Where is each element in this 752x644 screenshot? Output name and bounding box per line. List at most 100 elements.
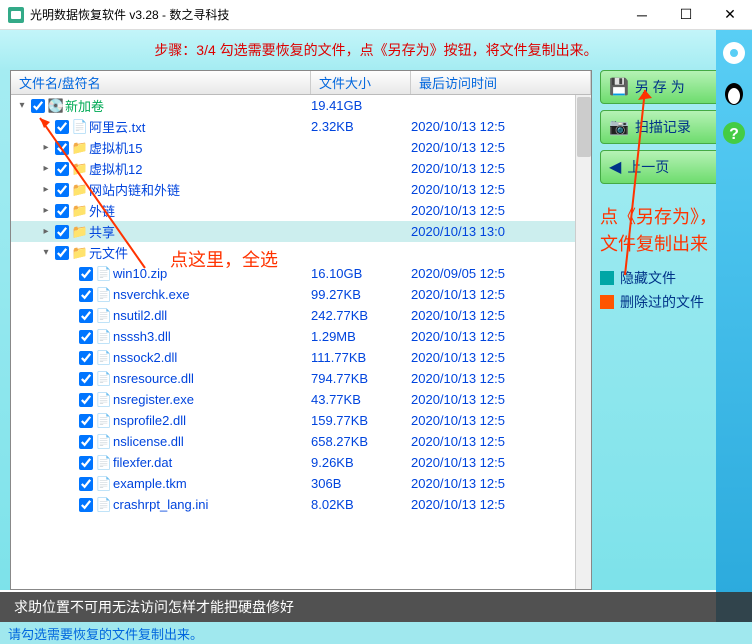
expand-caret[interactable]	[63, 373, 77, 384]
expand-caret[interactable]	[39, 121, 53, 132]
minimize-button[interactable]: ─	[620, 0, 664, 30]
row-checkbox[interactable]	[79, 351, 93, 365]
expand-caret[interactable]	[63, 478, 77, 489]
legend-hidden-swatch	[600, 271, 614, 285]
table-row[interactable]: 📄阿里云.txt2.32KB2020/10/13 12:5	[11, 116, 591, 137]
disk-icon[interactable]	[721, 40, 747, 66]
table-row[interactable]: 📄nsutil2.dll242.77KB2020/10/13 12:5	[11, 305, 591, 326]
col-name[interactable]: 文件名/盘符名	[11, 71, 311, 94]
row-time: 2020/10/13 12:5	[407, 119, 591, 134]
row-time: 2020/10/13 12:5	[407, 476, 591, 491]
row-checkbox[interactable]	[79, 456, 93, 470]
row-checkbox[interactable]	[79, 330, 93, 344]
row-checkbox[interactable]	[55, 141, 69, 155]
folder-icon: 💽	[47, 98, 65, 114]
row-checkbox[interactable]	[55, 225, 69, 239]
expand-caret[interactable]: ▸	[39, 142, 53, 153]
row-checkbox[interactable]	[79, 393, 93, 407]
row-checkbox[interactable]	[55, 204, 69, 218]
expand-caret[interactable]	[63, 268, 77, 279]
row-checkbox[interactable]	[55, 120, 69, 134]
row-checkbox[interactable]	[79, 498, 93, 512]
expand-caret[interactable]: ▸	[39, 184, 53, 195]
row-name: example.tkm	[113, 476, 307, 491]
expand-caret[interactable]	[63, 499, 77, 510]
file-icon: 📄	[95, 413, 113, 429]
folder-icon: 📁	[71, 203, 89, 219]
row-checkbox[interactable]	[31, 99, 45, 113]
row-name: 阿里云.txt	[89, 117, 307, 136]
table-row[interactable]: 📄win10.zip16.10GB2020/09/05 12:5	[11, 263, 591, 284]
table-row[interactable]: ▸📁外链2020/10/13 12:5	[11, 200, 591, 221]
row-checkbox[interactable]	[79, 309, 93, 323]
file-icon: 📄	[95, 287, 113, 303]
row-name: crashrpt_lang.ini	[113, 497, 307, 512]
row-size: 99.27KB	[307, 287, 407, 302]
col-size[interactable]: 文件大小	[311, 71, 411, 94]
table-row[interactable]: 📄nsverchk.exe99.27KB2020/10/13 12:5	[11, 284, 591, 305]
row-size: 242.77KB	[307, 308, 407, 323]
row-time: 2020/10/13 12:5	[407, 182, 591, 197]
table-row[interactable]: ▸📁虚拟机122020/10/13 12:5	[11, 158, 591, 179]
row-name: nsregister.exe	[113, 392, 307, 407]
row-checkbox[interactable]	[79, 435, 93, 449]
row-name: win10.zip	[113, 266, 307, 281]
table-row[interactable]: 📄nslicense.dll658.27KB2020/10/13 12:5	[11, 431, 591, 452]
column-header: 文件名/盘符名 文件大小 最后访问时间	[11, 71, 591, 95]
maximize-button[interactable]: ☐	[664, 0, 708, 30]
close-button[interactable]: ✕	[708, 0, 752, 30]
table-row[interactable]: ▸📁虚拟机152020/10/13 12:5	[11, 137, 591, 158]
row-name: nsssh3.dll	[113, 329, 307, 344]
expand-caret[interactable]: ▸	[39, 226, 53, 237]
expand-caret[interactable]	[63, 436, 77, 447]
row-checkbox[interactable]	[79, 477, 93, 491]
expand-caret[interactable]	[63, 310, 77, 321]
row-time: 2020/10/13 12:5	[407, 413, 591, 428]
row-time: 2020/10/13 12:5	[407, 434, 591, 449]
row-checkbox[interactable]	[55, 246, 69, 260]
row-checkbox[interactable]	[55, 183, 69, 197]
expand-caret[interactable]	[63, 415, 77, 426]
row-checkbox[interactable]	[79, 288, 93, 302]
expand-caret[interactable]: ▸	[39, 205, 53, 216]
col-time[interactable]: 最后访问时间	[411, 71, 591, 94]
row-name: 网站内链和外链	[89, 180, 307, 199]
titlebar: 光明数据恢复软件 v3.28 - 数之寻科技 ─ ☐ ✕	[0, 0, 752, 30]
table-row[interactable]: 📄nsprofile2.dll159.77KB2020/10/13 12:5	[11, 410, 591, 431]
table-row[interactable]: ▸📁共享2020/10/13 13:0	[11, 221, 591, 242]
table-row[interactable]: 📄example.tkm306B2020/10/13 12:5	[11, 473, 591, 494]
row-size: 8.02KB	[307, 497, 407, 512]
table-row[interactable]: 📄nsregister.exe43.77KB2020/10/13 12:5	[11, 389, 591, 410]
row-time: 2020/10/13 12:5	[407, 392, 591, 407]
row-checkbox[interactable]	[55, 162, 69, 176]
expand-caret[interactable]	[63, 331, 77, 342]
table-row[interactable]: 📄filexfer.dat9.26KB2020/10/13 12:5	[11, 452, 591, 473]
expand-caret[interactable]	[63, 289, 77, 300]
table-row[interactable]: 📄nssock2.dll111.77KB2020/10/13 12:5	[11, 347, 591, 368]
row-time: 2020/10/13 12:5	[407, 203, 591, 218]
row-checkbox[interactable]	[79, 414, 93, 428]
row-size: 1.29MB	[307, 329, 407, 344]
row-name: filexfer.dat	[113, 455, 307, 470]
table-row[interactable]: ▾💽新加卷19.41GB	[11, 95, 591, 116]
row-size: 111.77KB	[307, 350, 407, 365]
expand-caret[interactable]: ▾	[39, 247, 53, 258]
help-icon[interactable]: ?	[721, 120, 747, 146]
table-row[interactable]: 📄nsresource.dll794.77KB2020/10/13 12:5	[11, 368, 591, 389]
table-row[interactable]: ▸📁网站内链和外链2020/10/13 12:5	[11, 179, 591, 200]
expand-caret[interactable]	[63, 394, 77, 405]
row-checkbox[interactable]	[79, 267, 93, 281]
expand-caret[interactable]	[63, 352, 77, 363]
table-row[interactable]: 📄nsssh3.dll1.29MB2020/10/13 12:5	[11, 326, 591, 347]
row-name: 虚拟机15	[89, 138, 307, 157]
file-icon: 📄	[95, 371, 113, 387]
table-row[interactable]: ▾📁元文件	[11, 242, 591, 263]
expand-caret[interactable]: ▾	[15, 100, 29, 111]
expand-caret[interactable]	[63, 457, 77, 468]
penguin-icon[interactable]	[721, 80, 747, 106]
file-list[interactable]: ▾💽新加卷19.41GB 📄阿里云.txt2.32KB2020/10/13 12…	[11, 95, 591, 589]
expand-caret[interactable]: ▸	[39, 163, 53, 174]
row-checkbox[interactable]	[79, 372, 93, 386]
scrollbar-vertical[interactable]	[575, 95, 591, 589]
table-row[interactable]: 📄crashrpt_lang.ini8.02KB2020/10/13 12:5	[11, 494, 591, 515]
